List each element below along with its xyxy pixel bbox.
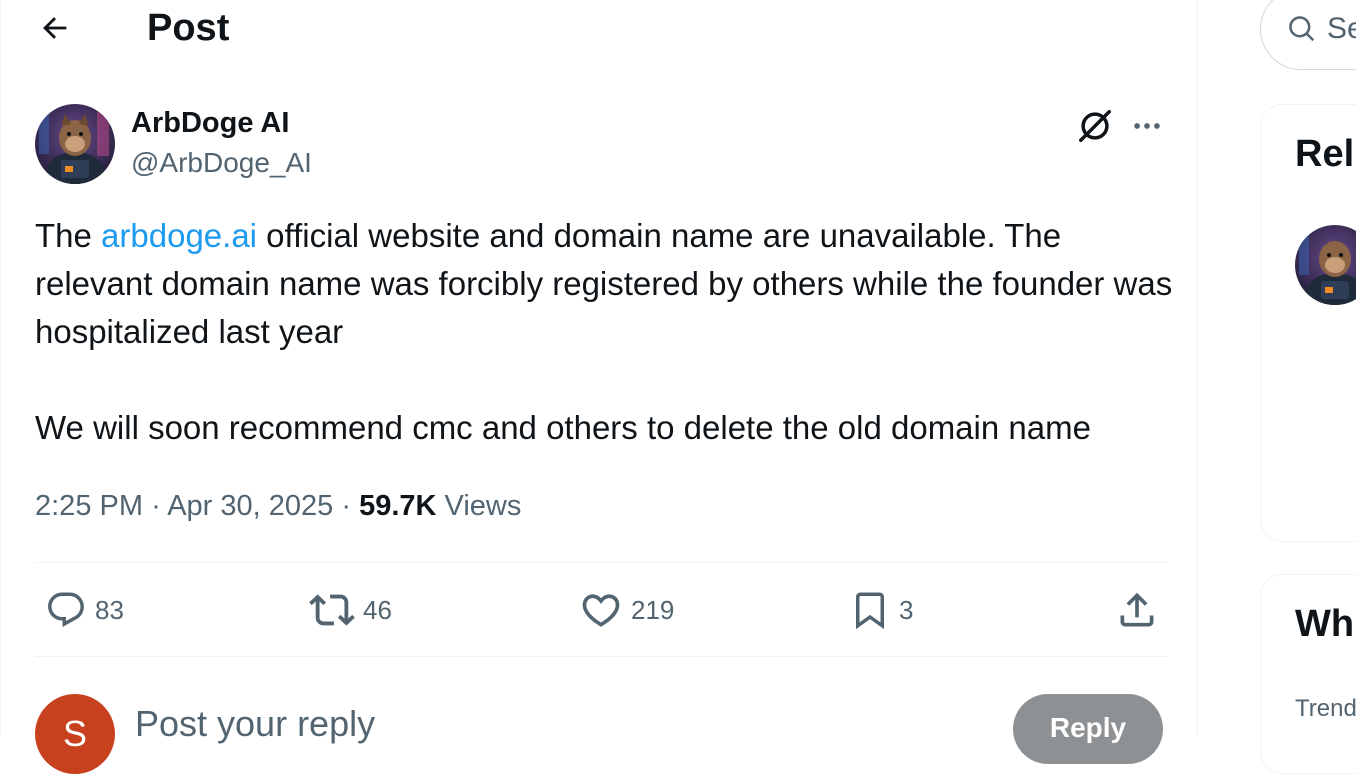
post-time[interactable]: 2:25 PM <box>35 490 143 522</box>
action-bar: 83 46 219 3 <box>35 580 1167 640</box>
post-paragraph-2: We will soon recommend cmc and others to… <box>35 409 1091 446</box>
author-avatar[interactable] <box>35 104 115 184</box>
views-count: 59.7K <box>359 490 437 522</box>
main-column: Post ArbDoge AI @ArbDoge_AI The arbdoge.… <box>0 0 1199 774</box>
like-icon <box>582 594 620 627</box>
trending-label[interactable]: Trend <box>1295 695 1356 723</box>
author-handle[interactable]: @ArbDoge_AI <box>131 144 312 182</box>
reply-icon <box>48 592 84 627</box>
divider <box>35 656 1167 657</box>
user-avatar: S <box>35 694 115 774</box>
author-name[interactable]: ArbDoge AI <box>131 104 289 142</box>
top-bar: Post <box>1 0 1199 56</box>
post-link[interactable]: arbdoge.ai <box>101 217 257 254</box>
whats-happening-card: Wh Trend <box>1260 574 1356 774</box>
post-meta: 2:25 PM · Apr 30, 2025 · 59.7K Views <box>35 486 521 526</box>
views-label: Views <box>444 490 522 522</box>
like-button[interactable]: 219 <box>579 580 674 640</box>
page-title: Post <box>147 7 230 49</box>
repost-icon <box>309 594 355 626</box>
bookmark-count: 3 <box>899 594 914 625</box>
post-text-before-link: The <box>35 217 102 254</box>
search-box[interactable]: Se <box>1260 0 1356 70</box>
reply-submit-button[interactable]: Reply <box>1013 694 1163 764</box>
meta-separator: · <box>151 490 161 522</box>
relevant-people-title: Rel <box>1295 133 1355 175</box>
whats-happening-title: Wh <box>1295 603 1355 645</box>
divider <box>35 562 1167 563</box>
relevant-person-avatar[interactable] <box>1295 225 1356 305</box>
reply-count: 83 <box>95 594 124 625</box>
reply-button[interactable]: 83 <box>45 580 124 640</box>
more-icon <box>1134 123 1160 129</box>
like-count: 219 <box>631 594 675 625</box>
repost-button[interactable]: 46 <box>309 580 392 640</box>
grok-button[interactable] <box>1073 104 1117 148</box>
post-text: The arbdoge.ai official website and doma… <box>35 212 1175 452</box>
back-arrow-icon <box>43 17 67 39</box>
post-date[interactable]: Apr 30, 2025 <box>167 490 333 522</box>
repost-count: 46 <box>363 594 392 625</box>
meta-separator: · <box>341 490 352 522</box>
search-placeholder: Se <box>1327 12 1356 45</box>
reply-input[interactable]: Post your reply <box>135 700 835 748</box>
grok-icon <box>1079 110 1111 142</box>
relevant-people-card: Rel <box>1260 104 1356 542</box>
bookmark-button[interactable]: 3 <box>849 580 913 640</box>
more-options-button[interactable] <box>1125 104 1169 148</box>
bookmark-icon <box>856 592 884 630</box>
share-icon <box>1120 592 1154 627</box>
search-icon <box>1289 16 1315 42</box>
back-button[interactable] <box>31 6 79 50</box>
post-paragraph-1: The arbdoge.ai official website and doma… <box>35 212 1175 356</box>
share-button[interactable] <box>1115 580 1159 640</box>
